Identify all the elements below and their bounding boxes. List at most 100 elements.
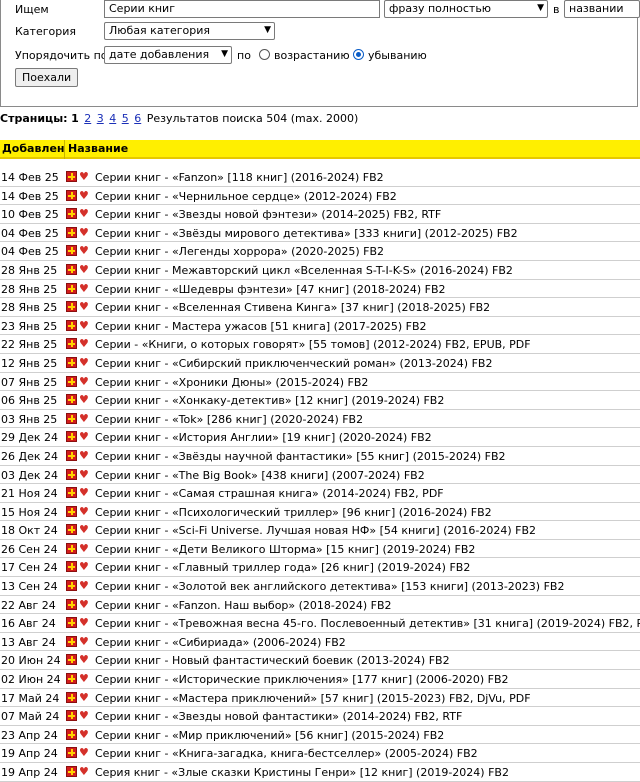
heart-icon[interactable]: ♥ bbox=[79, 599, 89, 610]
field-select[interactable]: названии bbox=[564, 0, 640, 18]
heart-icon[interactable]: ♥ bbox=[79, 376, 89, 387]
row-title[interactable]: Серии книг - «Sci-Fi Universe. Лучшая но… bbox=[95, 524, 536, 537]
heart-icon[interactable]: ♥ bbox=[79, 283, 89, 294]
row-title[interactable]: Серии - «Книги, о которых говорят» [55 т… bbox=[95, 338, 531, 351]
submit-button[interactable]: Поехали bbox=[15, 68, 79, 87]
add-icon[interactable] bbox=[66, 654, 77, 666]
add-icon[interactable] bbox=[66, 189, 77, 201]
row-title[interactable]: Серии книг - «Вселенная Стивена Кинга» [… bbox=[95, 301, 490, 314]
row-title[interactable]: Серии книг - «Звезды новой фэнтези» (201… bbox=[95, 208, 441, 221]
add-icon[interactable] bbox=[66, 319, 77, 331]
category-select[interactable]: Любая категория ▼ bbox=[104, 22, 275, 40]
add-icon[interactable] bbox=[66, 412, 77, 424]
add-icon[interactable] bbox=[66, 431, 77, 443]
add-icon[interactable] bbox=[66, 449, 77, 461]
heart-icon[interactable]: ♥ bbox=[79, 729, 89, 740]
add-icon[interactable] bbox=[66, 245, 77, 257]
add-icon[interactable] bbox=[66, 635, 77, 647]
page-link[interactable]: 2 bbox=[84, 112, 91, 125]
heart-icon[interactable]: ♥ bbox=[79, 431, 89, 442]
row-title[interactable]: Серии книг - «Fanzon» [118 книг] (2016-2… bbox=[95, 171, 384, 184]
add-icon[interactable] bbox=[66, 691, 77, 703]
add-icon[interactable] bbox=[66, 226, 77, 238]
add-icon[interactable] bbox=[66, 766, 77, 777]
heart-icon[interactable]: ♥ bbox=[79, 506, 89, 517]
add-icon[interactable] bbox=[66, 208, 77, 220]
heart-icon[interactable]: ♥ bbox=[79, 766, 89, 777]
row-title[interactable]: Серии книг - Новый фантастический боевик… bbox=[95, 654, 450, 667]
heart-icon[interactable]: ♥ bbox=[79, 524, 89, 535]
add-icon[interactable] bbox=[66, 598, 77, 610]
add-icon[interactable] bbox=[66, 580, 77, 592]
sort-asc-radio[interactable] bbox=[259, 49, 270, 60]
heart-icon[interactable]: ♥ bbox=[79, 561, 89, 572]
sort-desc-radio[interactable] bbox=[353, 49, 364, 60]
page-link[interactable]: 4 bbox=[109, 112, 116, 125]
match-mode-select[interactable]: фразу полностью ▼ bbox=[384, 0, 548, 18]
row-title[interactable]: Серии книг - «Хроники Дюны» (2015-2024) … bbox=[95, 376, 368, 389]
add-icon[interactable] bbox=[66, 394, 77, 406]
search-input[interactable]: Серии книг bbox=[104, 0, 380, 18]
row-title[interactable]: Серии книг - Мастера ужасов [51 книга] (… bbox=[95, 320, 427, 333]
heart-icon[interactable]: ♥ bbox=[79, 580, 89, 591]
heart-icon[interactable]: ♥ bbox=[79, 710, 89, 721]
row-title[interactable]: Серии книг - Межавторский цикл «Вселенна… bbox=[95, 264, 513, 277]
row-title[interactable]: Серии книг - «Мир приключений» [56 книг]… bbox=[95, 729, 444, 742]
row-title[interactable]: Серии книг - «Мастера приключений» [57 к… bbox=[95, 692, 531, 705]
heart-icon[interactable]: ♥ bbox=[79, 338, 89, 349]
heart-icon[interactable]: ♥ bbox=[79, 617, 89, 628]
page-link[interactable]: 6 bbox=[134, 112, 141, 125]
heart-icon[interactable]: ♥ bbox=[79, 394, 89, 405]
row-title[interactable]: Серии книг - «Сибирский приключенческий … bbox=[95, 357, 492, 370]
heart-icon[interactable]: ♥ bbox=[79, 208, 89, 219]
heart-icon[interactable]: ♥ bbox=[79, 227, 89, 238]
row-title[interactable]: Серии книг - «Самая страшная книга» (201… bbox=[95, 487, 444, 500]
add-icon[interactable] bbox=[66, 282, 77, 294]
row-title[interactable]: Серии книг - «История Англии» [19 книг] … bbox=[95, 431, 432, 444]
heart-icon[interactable]: ♥ bbox=[79, 171, 89, 182]
heart-icon[interactable]: ♥ bbox=[79, 301, 89, 312]
row-title[interactable]: Серии книг - «Тревожная весна 45-го. Пос… bbox=[95, 617, 640, 630]
sort-select[interactable]: дате добавления ▼ bbox=[104, 46, 232, 64]
row-title[interactable]: Серии книг - «Звезды новой фантастики» (… bbox=[95, 710, 462, 723]
page-link[interactable]: 3 bbox=[97, 112, 104, 125]
heart-icon[interactable]: ♥ bbox=[79, 264, 89, 275]
add-icon[interactable] bbox=[66, 263, 77, 275]
heart-icon[interactable]: ♥ bbox=[79, 636, 89, 647]
row-title[interactable]: Серии книг - «Золотой век английского де… bbox=[95, 580, 564, 593]
add-icon[interactable] bbox=[66, 673, 77, 685]
heart-icon[interactable]: ♥ bbox=[79, 190, 89, 201]
heart-icon[interactable]: ♥ bbox=[79, 245, 89, 256]
row-title[interactable]: Серии книг - «Чернильное сердце» (2012-2… bbox=[95, 190, 397, 203]
heart-icon[interactable]: ♥ bbox=[79, 413, 89, 424]
row-title[interactable]: Серии книг - «Tok» [286 книг] (2020-2024… bbox=[95, 413, 363, 426]
row-title[interactable]: Серии книг - «Легенды хоррора» (2020-202… bbox=[95, 245, 384, 258]
row-title[interactable]: Серии книг - «Звёзды научной фантастики»… bbox=[95, 450, 506, 463]
row-title[interactable]: Серии книг - «Шедевры фэнтези» [47 книг]… bbox=[95, 283, 446, 296]
row-title[interactable]: Серия книг - «Злые сказки Кристины Генри… bbox=[95, 766, 509, 779]
add-icon[interactable] bbox=[66, 505, 77, 517]
heart-icon[interactable]: ♥ bbox=[79, 357, 89, 368]
heart-icon[interactable]: ♥ bbox=[79, 654, 89, 665]
add-icon[interactable] bbox=[66, 468, 77, 480]
heart-icon[interactable]: ♥ bbox=[79, 543, 89, 554]
add-icon[interactable] bbox=[66, 617, 77, 629]
heart-icon[interactable]: ♥ bbox=[79, 450, 89, 461]
row-title[interactable]: Серии книг - «Fanzon. Наш выбор» (2018-2… bbox=[95, 599, 392, 612]
add-icon[interactable] bbox=[66, 542, 77, 554]
row-title[interactable]: Серии книг - «Звёзды мирового детектива»… bbox=[95, 227, 518, 240]
add-icon[interactable] bbox=[66, 375, 77, 387]
heart-icon[interactable]: ♥ bbox=[79, 320, 89, 331]
row-title[interactable]: Серии книг - «Психологический триллер» [… bbox=[95, 506, 492, 519]
add-icon[interactable] bbox=[66, 338, 77, 350]
row-title[interactable]: Серии книг - «Дети Великого Шторма» [15 … bbox=[95, 543, 475, 556]
heart-icon[interactable]: ♥ bbox=[79, 673, 89, 684]
row-title[interactable]: Серии книг - «Хонкаку-детектив» [12 книг… bbox=[95, 394, 444, 407]
row-title[interactable]: Серии книг - «Главный триллер года» [26 … bbox=[95, 561, 470, 574]
add-icon[interactable] bbox=[66, 301, 77, 313]
row-title[interactable]: Серии книг - «Книга-загадка, книга-бестс… bbox=[95, 747, 478, 760]
add-icon[interactable] bbox=[66, 710, 77, 722]
add-icon[interactable] bbox=[66, 524, 77, 536]
heart-icon[interactable]: ♥ bbox=[79, 469, 89, 480]
row-title[interactable]: Серии книг - «The Big Book» [438 книги] … bbox=[95, 469, 425, 482]
